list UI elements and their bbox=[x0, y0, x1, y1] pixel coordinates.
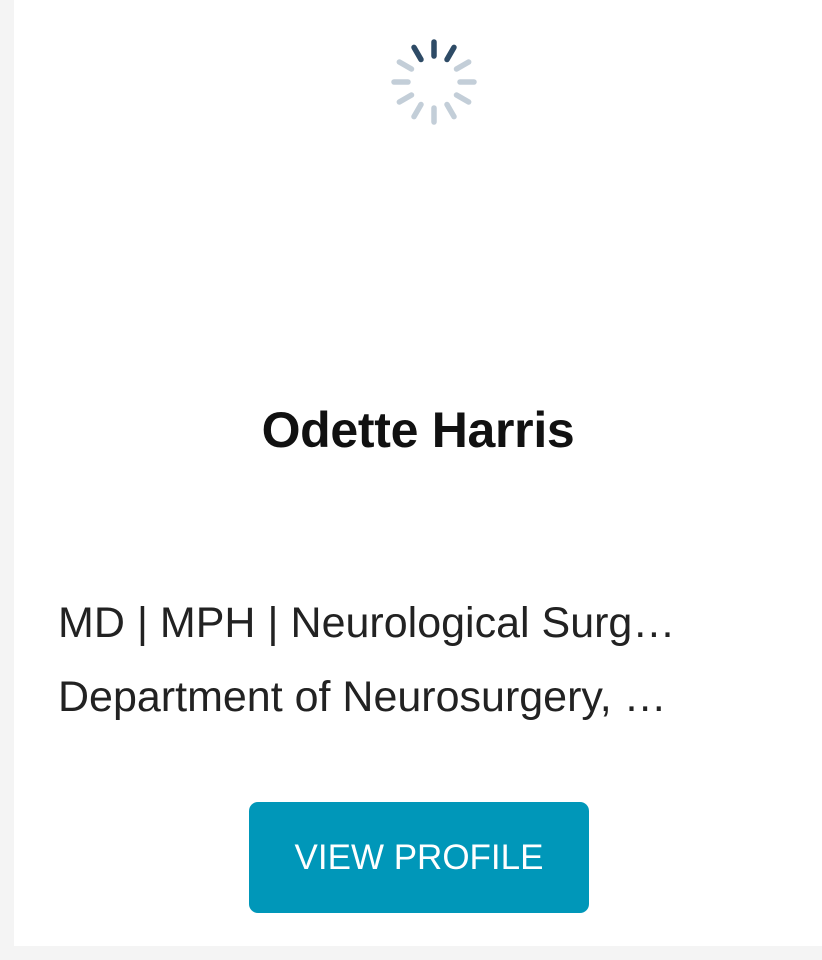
profile-details: MD | MPH | Neurological Surg… Department… bbox=[58, 586, 788, 734]
credentials-line: MD | MPH | Neurological Surg… bbox=[58, 599, 676, 647]
spinner-spoke bbox=[444, 101, 457, 120]
profile-name: Odette Harris bbox=[261, 402, 575, 458]
spinner-spoke bbox=[453, 92, 472, 105]
view-profile-button[interactable]: VIEW PROFILE bbox=[249, 802, 589, 913]
spinner-spoke bbox=[453, 59, 472, 72]
spinner-spoke bbox=[396, 59, 415, 72]
spinner-spoke bbox=[396, 92, 415, 105]
department-line: Department of Neurosurgery, … bbox=[58, 673, 667, 721]
spinner-spoke bbox=[444, 44, 457, 63]
spinner-spoke bbox=[411, 44, 424, 63]
loading-spinner-icon bbox=[391, 39, 477, 125]
spinner-spoke bbox=[411, 101, 424, 120]
profile-card: Odette Harris MD | MPH | Neurological Su… bbox=[14, 0, 822, 946]
